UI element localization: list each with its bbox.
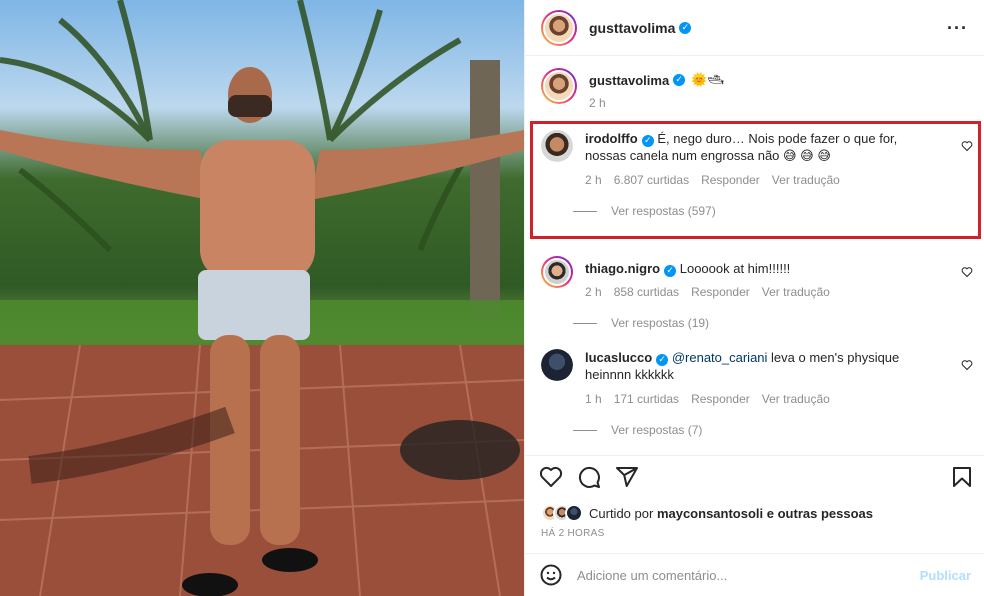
post-header: gusttavolima ✓ ··· <box>525 0 984 56</box>
avatar-image <box>541 130 573 162</box>
post-photo[interactable] <box>0 0 524 596</box>
comment-item: thiago.nigro ✓ Loooook at him!!!!!! 2 h 8… <box>541 256 973 332</box>
add-comment-input[interactable] <box>577 567 907 583</box>
view-replies-button[interactable]: Ver respostas (7) <box>611 422 702 439</box>
comment-likes-count[interactable]: 6.807 curtidas <box>614 172 689 189</box>
post-caption: gusttavolima ✓ 🌞🛥 2 h <box>541 68 724 110</box>
reply-button[interactable]: Responder <box>701 172 760 189</box>
photo-illustration <box>0 0 524 596</box>
replies-divider <box>573 430 597 431</box>
avatar-image <box>543 258 571 286</box>
caption-timestamp: 2 h <box>589 96 606 110</box>
see-translation-button[interactable]: Ver tradução <box>762 391 830 408</box>
comment-mention-link[interactable]: @renato_cariani <box>672 350 768 365</box>
post-side-panel: gusttavolima ✓ ··· gusttavolima ✓ 🌞🛥 2 h <box>524 0 984 596</box>
publish-button[interactable]: Publicar <box>920 568 971 583</box>
caption-username[interactable]: gusttavolima <box>589 73 669 88</box>
save-bookmark-icon[interactable] <box>950 465 974 489</box>
comment-item: irodolffo ✓ É, nego duro… Nois pode fazer… <box>541 130 973 220</box>
commenter-username[interactable]: thiago.nigro <box>585 261 660 276</box>
author-avatar[interactable] <box>541 9 577 46</box>
author-username[interactable]: gusttavolima <box>589 20 675 36</box>
see-translation-button[interactable]: Ver tradução <box>772 172 840 189</box>
comment-text: Loooook at him!!!!!! <box>679 261 791 276</box>
comment-like-heart-icon[interactable] <box>961 266 973 278</box>
replies-divider <box>573 211 597 212</box>
comment-like-heart-icon[interactable] <box>961 359 973 371</box>
see-translation-button[interactable]: Ver tradução <box>762 284 830 301</box>
reply-button[interactable]: Responder <box>691 391 750 408</box>
commenter-username[interactable]: lucaslucco <box>585 350 652 365</box>
liker-avatar[interactable] <box>565 504 583 522</box>
comment-like-heart-icon[interactable] <box>961 140 973 152</box>
verified-badge-icon: ✓ <box>673 74 686 86</box>
liked-by-suffix[interactable]: e outras pessoas <box>767 506 873 521</box>
add-comment-row: Publicar <box>525 553 984 596</box>
liked-by-row: Curtido por mayconsantosoli e outras pes… <box>541 504 873 522</box>
share-send-icon[interactable] <box>615 465 639 489</box>
post-timestamp: HÁ 2 HORAS <box>541 528 605 539</box>
post-action-icons <box>539 465 639 489</box>
comment-time: 1 h <box>585 392 602 406</box>
instagram-post: gusttavolima ✓ ··· gusttavolima ✓ 🌞🛥 2 h <box>0 0 984 596</box>
like-heart-icon[interactable] <box>539 465 563 489</box>
liked-by-prefix: Curtido por <box>589 505 654 521</box>
avatar-image <box>543 11 575 44</box>
caption-avatar[interactable] <box>541 68 577 104</box>
reply-button[interactable]: Responder <box>691 284 750 301</box>
commenter-avatar[interactable] <box>541 130 573 162</box>
emoji-smiley-icon[interactable] <box>539 563 563 587</box>
replies-divider <box>573 323 597 324</box>
commenter-username[interactable]: irodolffo <box>585 131 638 146</box>
comment-item: lucaslucco ✓ @renato_cariani leva o men's… <box>541 349 973 439</box>
view-replies-button[interactable]: Ver respostas (19) <box>611 315 709 332</box>
verified-badge-icon: ✓ <box>656 354 669 366</box>
verified-badge-icon: ✓ <box>679 21 692 34</box>
view-replies-button[interactable]: Ver respostas (597) <box>611 203 716 220</box>
commenter-avatar[interactable] <box>541 256 573 288</box>
commenter-avatar[interactable] <box>541 349 573 381</box>
verified-badge-icon: ✓ <box>664 265 677 277</box>
liked-by-user[interactable]: mayconsantosoli <box>657 506 763 521</box>
verified-badge-icon: ✓ <box>641 135 654 147</box>
comment-likes-count[interactable]: 858 curtidas <box>614 284 679 301</box>
actions-divider <box>525 455 984 456</box>
avatar-image <box>541 349 573 381</box>
comment-time: 2 h <box>585 285 602 299</box>
caption-text: 🌞🛥 <box>691 72 724 88</box>
more-options-icon[interactable]: ··· <box>947 18 968 39</box>
comment-likes-count[interactable]: 171 curtidas <box>614 391 679 408</box>
avatar-image <box>543 70 575 102</box>
comment-time: 2 h <box>585 173 602 187</box>
comment-bubble-icon[interactable] <box>577 465 601 489</box>
